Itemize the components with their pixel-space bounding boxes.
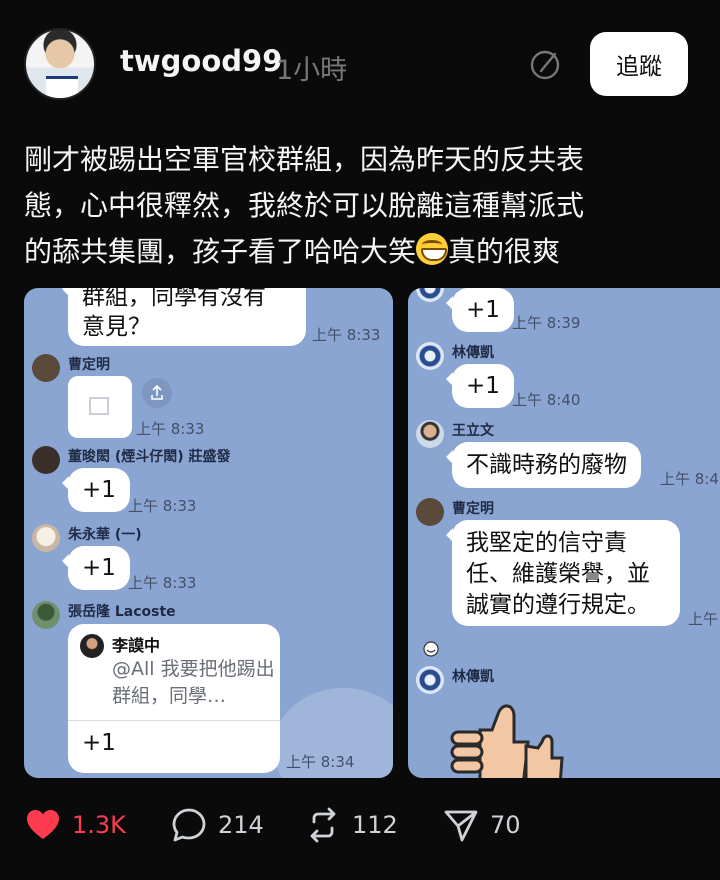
send-icon — [444, 810, 478, 842]
message-bubble: +1 — [62, 546, 130, 590]
heart-icon — [27, 810, 59, 839]
like-button[interactable]: 1.3K — [24, 806, 126, 844]
quoted-name: 李謨中 — [112, 636, 161, 655]
message-time: 上午 8:34 — [286, 753, 355, 771]
post-line-3-before: 的舔共集團，孩子看了哈哈大笑 — [24, 235, 417, 268]
message-time: 上午 8:33 — [128, 497, 197, 515]
message-time: 上午 — [688, 610, 719, 628]
chat-avatar — [32, 601, 60, 629]
message-bubble: +1 — [446, 288, 514, 332]
divider — [68, 720, 280, 721]
message-bubble: 我堅定的信守責 任、維護榮譽，並 誠實的遵行規定。 — [446, 520, 680, 626]
message-line: 我堅定的信守責 — [466, 530, 627, 556]
reply-text: +1 — [82, 730, 116, 756]
message-text-partial: 群組，同學有沒有 — [82, 288, 266, 310]
repost-icon — [310, 807, 336, 843]
follow-button[interactable]: 追蹤 — [590, 32, 688, 96]
chat-avatar — [416, 342, 444, 370]
sender-name: 朱永華 (一) — [68, 527, 142, 543]
chat-avatar — [32, 354, 60, 382]
chat-avatar — [416, 288, 444, 302]
thumbs-up-sticker-icon — [450, 704, 564, 778]
message-bubble: 不識時務的廢物 — [446, 442, 641, 488]
sender-name: 董晙閎 (煙斗仔閎) 莊盛發 — [68, 449, 231, 465]
sender-name: 王立文 — [452, 423, 494, 439]
emoji-sticker-icon — [423, 641, 439, 657]
message-bubble: +1 — [446, 364, 514, 408]
comment-icon — [172, 808, 206, 842]
message-text: 意見？ — [82, 314, 151, 340]
message-time: 上午 8:33 — [312, 326, 381, 344]
message-time: 上午 8:33 — [136, 420, 205, 438]
share-count: 70 — [490, 811, 521, 839]
post-actions: 1.3K 214 112 70 — [0, 806, 720, 846]
username[interactable]: twgood99 — [120, 44, 282, 78]
post-text: 剛才被踢出空軍官校群組，因為昨天的反共表 態，心中很釋然，我終於可以脫離這種幫派… — [24, 137, 664, 275]
grinning-face-emoji-icon — [416, 233, 449, 265]
sender-name: 曹定明 — [452, 501, 494, 517]
profile-avatar[interactable] — [24, 28, 96, 100]
quoted-text: @All 我要把他踢出群組，同學… — [112, 658, 275, 707]
chat-avatar — [32, 446, 60, 474]
quoted-avatar — [80, 634, 104, 658]
post-time: 1小時 — [276, 55, 348, 86]
post-line-3-after: 真的很爽 — [448, 235, 561, 268]
message-time: 上午 8:33 — [128, 574, 197, 592]
sender-name: 林傳凱 — [452, 345, 494, 361]
sender-name: 曹定明 — [68, 357, 110, 373]
repost-count: 112 — [352, 811, 398, 839]
message-line: 誠實的遵行規定。 — [466, 592, 650, 618]
chat-screenshot-2[interactable]: +1 上午 8:39 林傳凱 +1 上午 8:40 王立文 不識時務的廢物 上午… — [408, 288, 720, 778]
image-message[interactable] — [68, 376, 132, 438]
reply-message[interactable]: 李謨中 @All 我要把他踢出群組，同學… +1 — [68, 624, 280, 773]
chat-avatar — [416, 666, 444, 694]
post-line-1: 剛才被踢出空軍官校群組，因為昨天的反共表 — [24, 143, 585, 176]
chat-avatar — [32, 524, 60, 552]
like-count: 1.3K — [72, 811, 126, 839]
message-bubble: 群組，同學有沒有 意見？ — [62, 288, 306, 346]
post-line-2: 態，心中很釋然，我終於可以脫離這種幫派式 — [24, 189, 585, 222]
comment-button[interactable]: 214 — [170, 806, 264, 844]
sender-name: 林傳凱 — [452, 669, 494, 685]
message-bubble: +1 — [62, 468, 130, 512]
comment-count: 214 — [218, 811, 264, 839]
chat-avatar — [416, 420, 444, 448]
chat-screenshot-1[interactable]: 群組，同學有沒有 意見？ 上午 8:33 曹定明 上午 8:33 董晙閎 (煙斗… — [24, 288, 393, 778]
chat-avatar — [416, 498, 444, 526]
message-time: 上午 8:41 — [660, 470, 720, 488]
edit-circle-icon[interactable] — [528, 48, 562, 82]
message-time: 上午 8:39 — [512, 314, 581, 332]
repost-button[interactable]: 112 — [304, 806, 398, 844]
share-icon[interactable] — [142, 378, 172, 408]
image-placeholder-icon — [89, 397, 109, 415]
share-button[interactable]: 70 — [442, 806, 521, 844]
sender-name: 張岳隆 Lacoste — [68, 604, 176, 620]
message-line: 任、維護榮譽，並 — [466, 561, 650, 587]
post-line-3: 的舔共集團，孩子看了哈哈大笑 真的很爽 — [24, 229, 664, 275]
message-time: 上午 8:40 — [512, 391, 581, 409]
